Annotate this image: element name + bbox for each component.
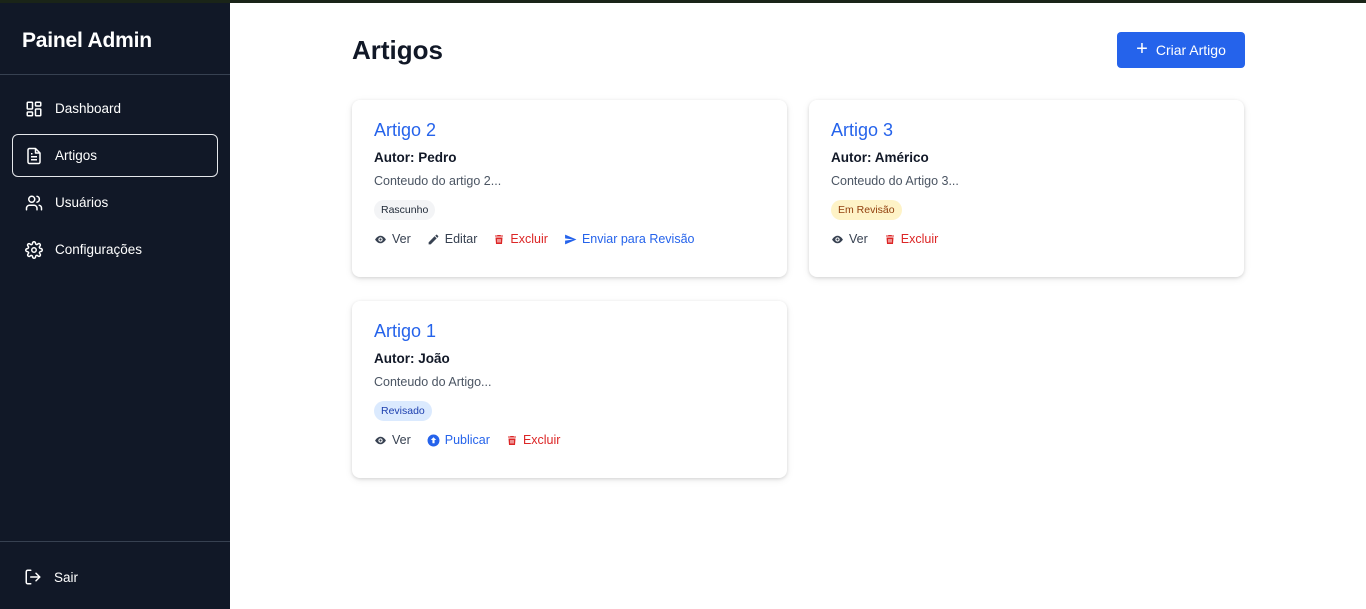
status-badge: Rascunho xyxy=(374,200,436,220)
article-title[interactable]: Artigo 2 xyxy=(374,120,436,141)
gear-icon xyxy=(25,240,43,259)
view-button[interactable]: Ver xyxy=(374,433,411,447)
view-label: Ver xyxy=(392,433,411,447)
article-title[interactable]: Artigo 1 xyxy=(374,321,436,342)
article-card: Artigo 3 Autor: Américo Conteudo do Arti… xyxy=(809,100,1244,277)
sidebar-nav: Dashboard Artigos Usuários Configurações xyxy=(0,75,230,271)
main-content: Artigos + Criar Artigo Artigo 2 Autor: P… xyxy=(230,3,1366,609)
sidebar-item-artigos[interactable]: Artigos xyxy=(12,134,218,177)
sidebar-item-label: Artigos xyxy=(55,148,98,163)
article-actions: Ver Publicar Excluir xyxy=(374,433,765,447)
users-icon xyxy=(25,194,43,212)
article-card: Artigo 1 Autor: João Conteudo do Artigo.… xyxy=(352,301,787,478)
article-title[interactable]: Artigo 3 xyxy=(831,120,893,141)
article-excerpt: Conteudo do artigo 2... xyxy=(374,174,502,188)
page-title: Artigos xyxy=(352,35,443,65)
article-card: Artigo 2 Autor: Pedro Conteudo do artigo… xyxy=(352,100,787,277)
view-label: Ver xyxy=(849,232,868,246)
status-badge: Revisado xyxy=(374,401,432,421)
eye-icon xyxy=(832,235,843,243)
upload-circle-icon xyxy=(427,434,440,446)
delete-label: Excluir xyxy=(510,232,548,246)
edit-label: Editar xyxy=(444,232,478,246)
article-author: Autor: João xyxy=(374,351,450,366)
delete-label: Excluir xyxy=(900,232,939,246)
edit-button[interactable]: Editar xyxy=(427,232,478,246)
sidebar-footer: Sair xyxy=(0,541,230,609)
delete-button[interactable]: Excluir xyxy=(884,232,939,246)
trash-icon xyxy=(885,234,894,244)
sidebar: Painel Admin Dashboard Artigos Usuários … xyxy=(0,3,230,609)
eye-icon xyxy=(375,436,386,444)
sidebar-item-dashboard[interactable]: Dashboard xyxy=(12,87,218,130)
brand-title: Painel Admin xyxy=(0,3,230,75)
article-excerpt: Conteudo do Artigo... xyxy=(374,375,492,389)
sidebar-item-configuracoes[interactable]: Configurações xyxy=(12,228,218,271)
article-author: Autor: Américo xyxy=(831,150,929,165)
create-article-button[interactable]: + Criar Artigo xyxy=(1117,32,1245,68)
logout-icon xyxy=(24,568,42,586)
article-author: Autor: Pedro xyxy=(374,150,457,165)
view-button[interactable]: Ver xyxy=(374,232,411,246)
eye-icon xyxy=(375,235,386,243)
pencil-icon xyxy=(428,234,439,244)
send-icon xyxy=(565,234,577,244)
dashboard-icon xyxy=(25,100,43,118)
plus-icon: + xyxy=(1136,38,1148,60)
logout-label: Sair xyxy=(54,569,79,585)
document-icon xyxy=(25,147,43,165)
create-article-label: Criar Artigo xyxy=(1155,42,1226,58)
send-review-button[interactable]: Enviar para Revisão xyxy=(564,232,695,246)
publish-button[interactable]: Publicar xyxy=(427,433,490,447)
logout-button[interactable]: Sair xyxy=(0,542,230,586)
trash-icon xyxy=(495,234,504,244)
article-excerpt: Conteudo do Artigo 3... xyxy=(831,174,959,188)
send-review-label: Enviar para Revisão xyxy=(581,232,695,246)
view-label: Ver xyxy=(392,232,411,246)
delete-button[interactable]: Excluir xyxy=(506,433,561,447)
publish-label: Publicar xyxy=(444,433,490,447)
delete-button[interactable]: Excluir xyxy=(493,232,548,246)
view-button[interactable]: Ver xyxy=(831,232,868,246)
sidebar-item-label: Dashboard xyxy=(55,101,122,116)
article-actions: Ver Excluir xyxy=(831,232,1222,246)
sidebar-item-label: Usuários xyxy=(55,195,109,210)
article-actions: Ver Editar Excluir Enviar para Revisão xyxy=(374,232,765,246)
sidebar-item-label: Configurações xyxy=(55,242,143,257)
trash-icon xyxy=(507,435,516,445)
delete-label: Excluir xyxy=(522,433,561,447)
sidebar-item-usuarios[interactable]: Usuários xyxy=(12,181,218,224)
status-badge: Em Revisão xyxy=(831,200,902,220)
